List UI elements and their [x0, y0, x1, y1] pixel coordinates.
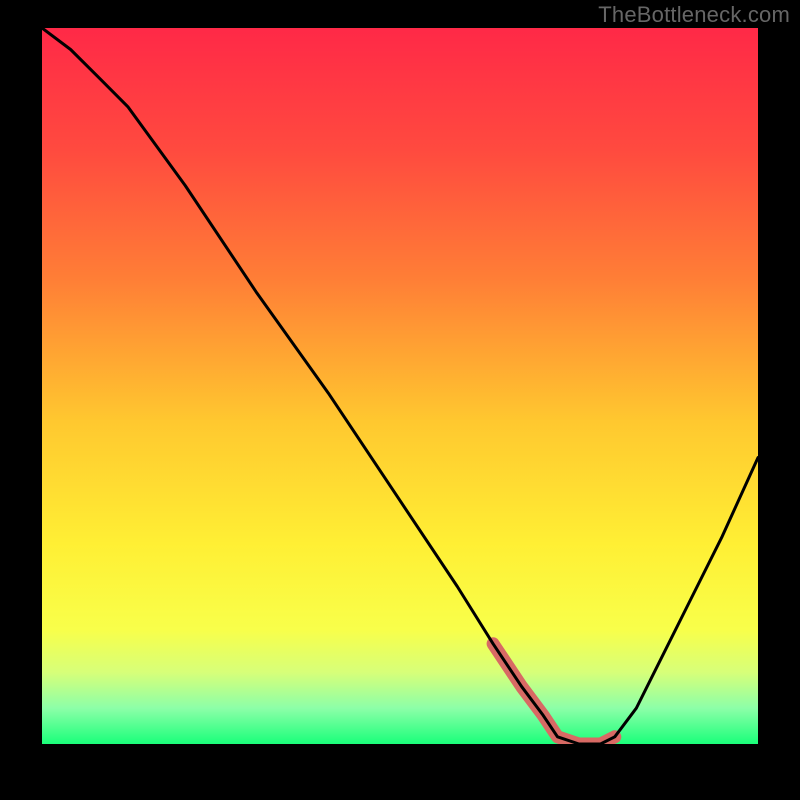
plot-area [42, 28, 758, 744]
chart-svg [42, 28, 758, 744]
chart-stage: TheBottleneck.com [0, 0, 800, 800]
watermark-text: TheBottleneck.com [598, 2, 790, 28]
